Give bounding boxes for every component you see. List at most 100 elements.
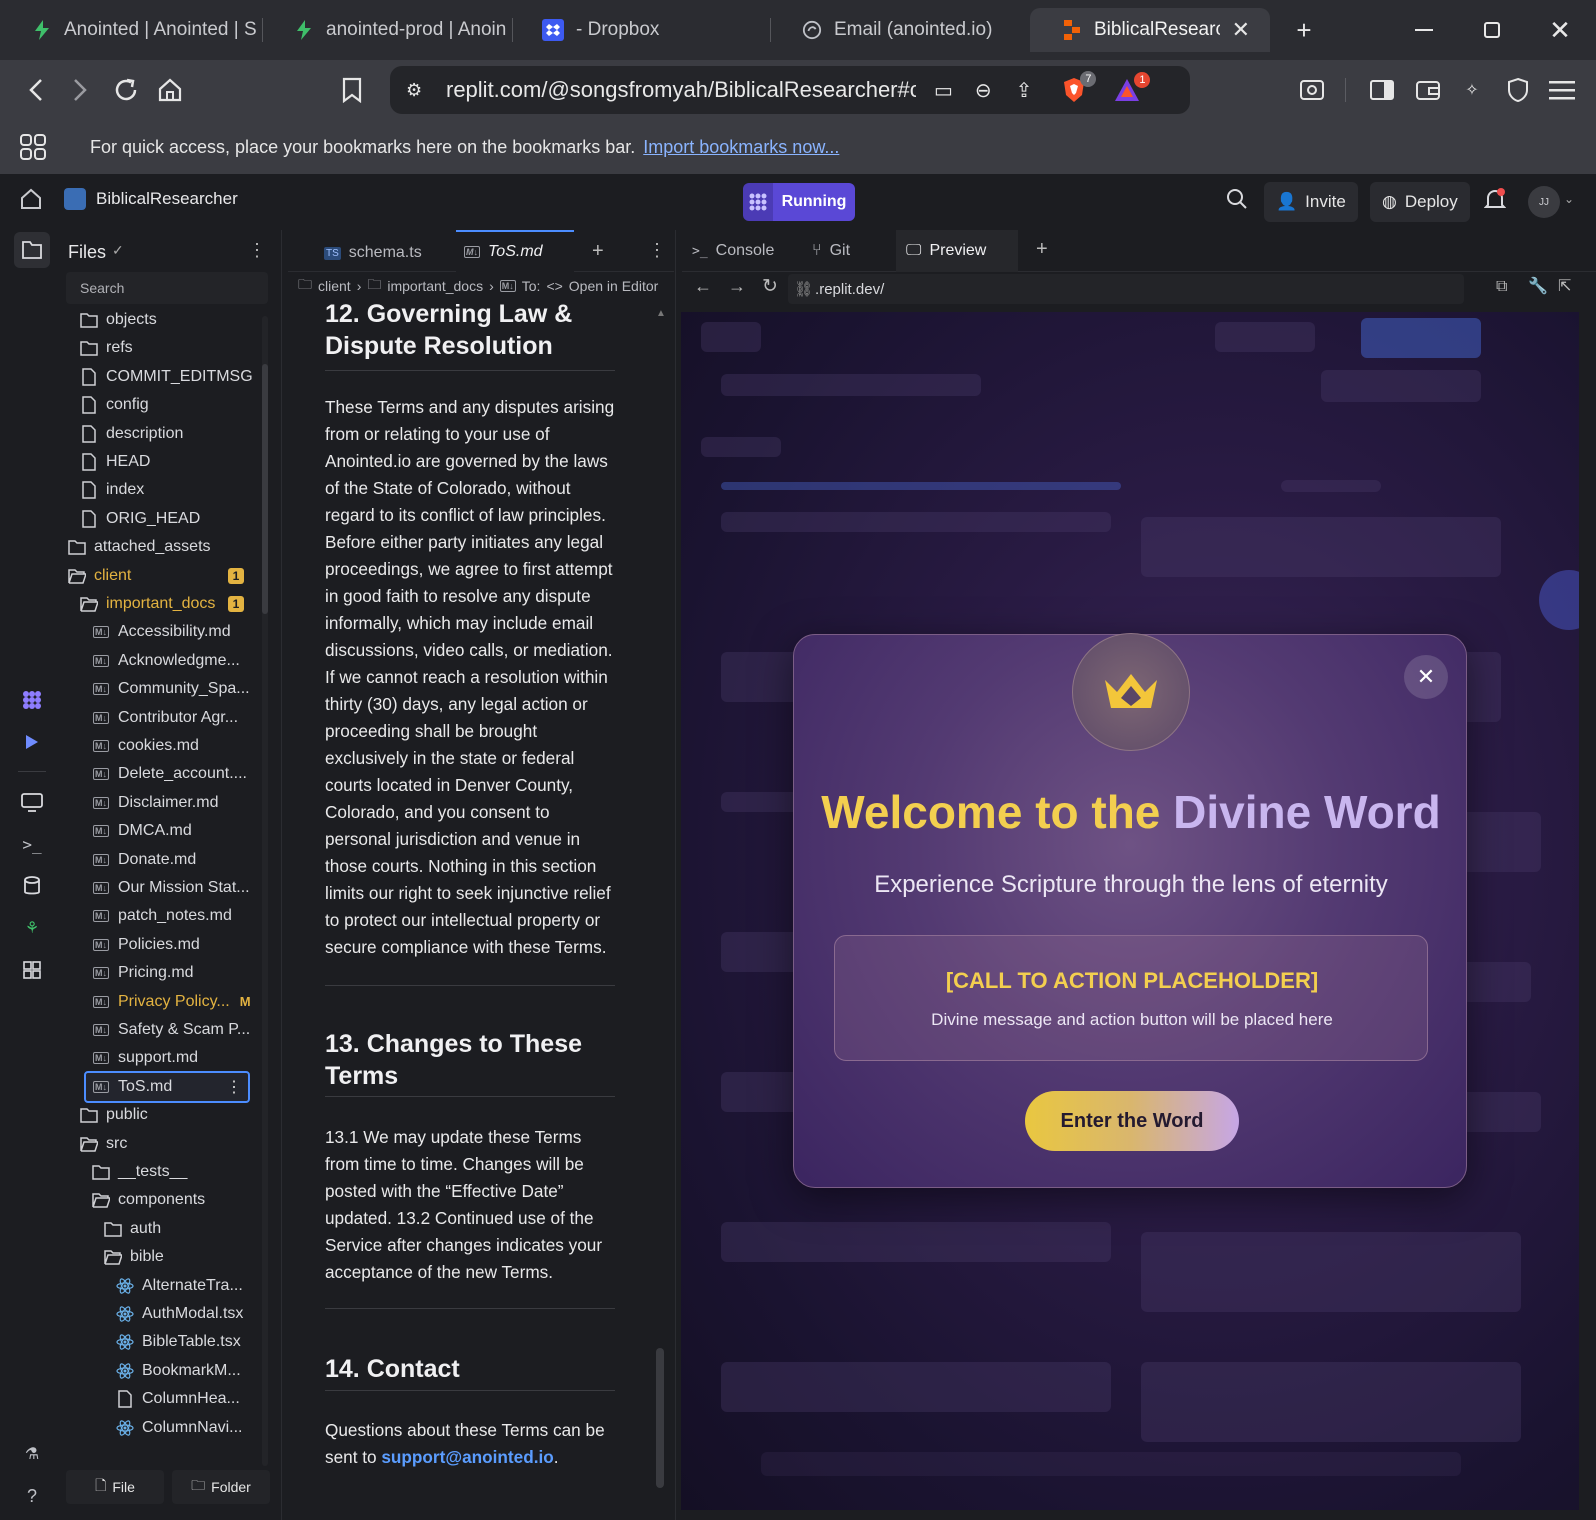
folder-item[interactable]: refs <box>80 334 133 362</box>
file-item[interactable]: M↓ Pricing.md <box>92 959 194 987</box>
invite-button[interactable]: 👤 Invite <box>1264 182 1358 222</box>
browser-tab-biblicalresearcher[interactable]: BiblicalResearcher ✕ <box>1030 8 1270 52</box>
wallet-icon[interactable] <box>1408 70 1448 110</box>
forward-icon[interactable] <box>60 70 100 110</box>
file-item-menu-icon[interactable]: ⋮ <box>226 1077 242 1097</box>
webview-icon[interactable] <box>18 788 46 816</box>
folder-item[interactable]: bible <box>104 1243 164 1271</box>
file-explorer-icon[interactable] <box>14 232 50 268</box>
extensions-icon[interactable]: ⚗ <box>18 1440 46 1468</box>
home-icon[interactable] <box>150 70 190 110</box>
reload-icon[interactable] <box>106 70 146 110</box>
vpn-shield-icon[interactable] <box>1498 70 1538 110</box>
file-item[interactable]: M↓ Contributor Agr... <box>92 704 238 732</box>
open-external-icon[interactable]: ⇱ <box>1558 276 1571 296</box>
editor-menu-icon[interactable]: ⋮ <box>648 240 666 261</box>
search-icon[interactable] <box>1226 188 1248 215</box>
modal-close-button[interactable]: ✕ <box>1404 655 1448 699</box>
new-pane-tab-button[interactable]: + <box>1036 238 1048 261</box>
minimize-icon[interactable] <box>1404 10 1444 50</box>
project-name[interactable]: BiblicalResearcher <box>96 189 238 209</box>
close-window-icon[interactable]: ✕ <box>1540 10 1580 50</box>
folder-item[interactable]: objects <box>80 306 157 334</box>
share-icon[interactable]: ⇪ <box>1016 78 1033 103</box>
deploy-button[interactable]: ◍ Deploy <box>1370 182 1470 222</box>
support-email-link[interactable]: support@anointed.io <box>381 1447 553 1467</box>
file-item[interactable]: M↓ DMCA.md <box>92 817 192 845</box>
file-item[interactable]: M↓ Acknowledgme... <box>92 647 240 675</box>
replit-home-icon[interactable] <box>20 188 42 215</box>
file-item[interactable]: ORIG_HEAD <box>80 505 200 533</box>
devtools-wrench-icon[interactable]: 🔧 <box>1528 276 1548 296</box>
file-item[interactable]: M↓ Our Mission Stat... <box>92 874 250 902</box>
file-item[interactable]: description <box>80 420 183 448</box>
new-editor-tab-button[interactable]: + <box>592 240 604 263</box>
folder-item[interactable]: src <box>80 1130 127 1158</box>
file-item[interactable]: M↓ Donate.md <box>92 846 196 874</box>
site-settings-icon[interactable]: ⚙ <box>406 80 430 101</box>
close-tab-icon[interactable]: ✕ <box>1232 17 1250 43</box>
file-item[interactable]: M↓ cookies.md <box>92 732 199 760</box>
leo-ai-icon[interactable]: ✧ <box>1452 70 1492 110</box>
browser-tab-anointed-prod[interactable]: anointed-prod | Anoin <box>262 8 510 52</box>
database-icon[interactable] <box>18 872 46 900</box>
folder-item[interactable]: components <box>92 1186 205 1214</box>
enter-the-word-button[interactable]: Enter the Word <box>1025 1091 1239 1151</box>
help-icon[interactable]: ? <box>18 1482 46 1510</box>
folder-item[interactable]: client <box>68 562 131 590</box>
files-menu-icon[interactable]: ⋮ <box>248 240 266 261</box>
folder-item[interactable]: attached_assets <box>68 533 211 561</box>
tab-tos-md[interactable]: M↓ ToS.md <box>456 230 574 272</box>
tab-console[interactable]: >_ Console <box>692 230 774 272</box>
import-bookmarks-link[interactable]: Import bookmarks now... <box>643 137 839 158</box>
folder-item[interactable]: important_docs <box>80 590 215 618</box>
agent-icon[interactable] <box>18 686 46 714</box>
new-tab-button[interactable]: + <box>1284 10 1324 50</box>
sidebar-toggle-icon[interactable] <box>1362 70 1402 110</box>
preview-reload-icon[interactable]: ↻ <box>762 275 778 298</box>
tab-git[interactable]: ⑂ Git <box>812 230 850 272</box>
browser-tab-anointed[interactable]: Anointed | Anointed | S <box>0 8 260 52</box>
file-item[interactable]: M↓ ToS.md ⋮ <box>84 1070 250 1103</box>
browser-tab-email[interactable]: Email (anointed.io) <box>770 8 1026 52</box>
file-item[interactable]: M↓ patch_notes.md <box>92 902 232 930</box>
all-tools-icon[interactable] <box>18 956 46 984</box>
new-folder-button[interactable]: 🗀 Folder <box>172 1470 270 1504</box>
file-item[interactable]: M↓ Disclaimer.md <box>92 789 218 817</box>
zoom-out-icon[interactable]: ⊖ <box>975 78 992 103</box>
file-item[interactable]: M↓ Delete_account.... <box>92 760 247 788</box>
folder-item[interactable]: auth <box>104 1215 161 1243</box>
open-in-editor-button[interactable]: Open in Editor <box>569 278 659 294</box>
preview-url-input[interactable]: ⛓ .replit.dev/ <box>788 274 1464 304</box>
avatar[interactable]: JJ <box>1528 186 1560 218</box>
url-text[interactable]: replit.com/@songsfromyah/BiblicalResearc… <box>446 77 916 103</box>
file-item[interactable]: M↓ Policies.md <box>92 931 200 959</box>
file-tree-scrollbar[interactable] <box>262 316 268 1466</box>
deployments-icon[interactable]: ⚘ <box>18 914 46 942</box>
file-item[interactable]: COMMIT_EDITMSG <box>80 363 253 391</box>
bookmark-icon[interactable] <box>332 70 372 110</box>
screenshot-icon[interactable] <box>1292 70 1332 110</box>
new-file-button[interactable]: 🗋 File <box>66 1470 164 1504</box>
file-item[interactable]: BookmarkM... <box>116 1357 241 1385</box>
address-bar[interactable]: ⚙ replit.com/@songsfromyah/BiblicalResea… <box>390 66 1190 114</box>
notification-bell-icon[interactable] <box>1483 188 1507 217</box>
file-item[interactable]: BibleTable.tsx <box>116 1328 241 1356</box>
devices-icon[interactable]: ⧉ <box>1496 278 1507 296</box>
shell-icon[interactable]: >_ <box>18 830 46 858</box>
editor-scrollbar[interactable]: ▲ <box>656 308 666 1508</box>
file-item[interactable]: HEAD <box>80 448 150 476</box>
tab-preview[interactable]: 🖵 Preview <box>896 230 1018 272</box>
browser-tab-dropbox[interactable]: - Dropbox <box>510 8 770 52</box>
file-item[interactable]: M↓ Accessibility.md <box>92 618 231 646</box>
menu-icon[interactable] <box>1542 70 1582 110</box>
tab-schema-ts[interactable]: TS schema.ts <box>324 234 422 272</box>
file-item[interactable]: AuthModal.tsx <box>116 1300 243 1328</box>
cast-icon[interactable]: ▭ <box>934 78 953 103</box>
folder-item[interactable]: public <box>80 1101 148 1129</box>
preview-back-icon[interactable]: ← <box>694 276 712 297</box>
file-search-input[interactable]: Search <box>66 272 268 304</box>
preview-forward-icon[interactable]: → <box>728 276 746 297</box>
maximize-icon[interactable] <box>1472 10 1512 50</box>
file-item[interactable]: config <box>80 391 149 419</box>
